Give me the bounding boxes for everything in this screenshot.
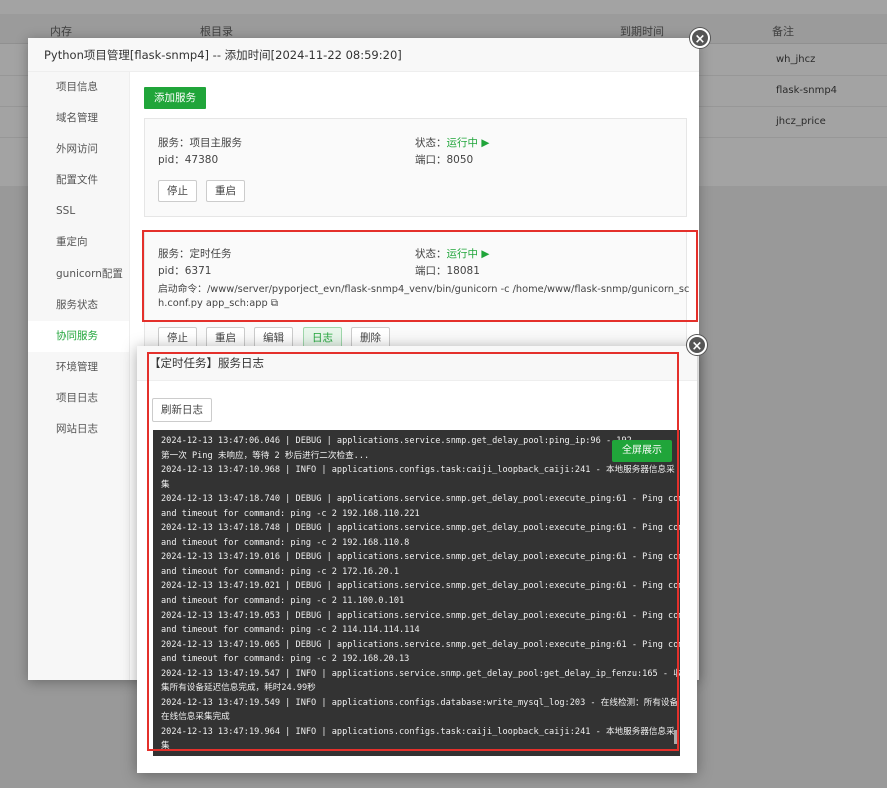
sidebar-item-gunicorn[interactable]: gunicorn配置	[28, 259, 129, 290]
play-icon: ▶	[478, 137, 490, 149]
sidebar-item-env[interactable]: 环境管理	[28, 352, 129, 383]
sidebar-item-domain[interactable]: 域名管理	[28, 103, 129, 134]
add-service-button[interactable]: 添加服务	[144, 87, 206, 109]
highlight-box-log	[147, 352, 679, 751]
sidebar-item-project-info[interactable]: 项目信息	[28, 72, 129, 103]
highlight-box-cron-service	[142, 230, 698, 322]
sidebar-item-external-access[interactable]: 外网访问	[28, 134, 129, 165]
service-port: 端口：8050	[415, 154, 474, 166]
status-running: 运行中	[446, 137, 479, 149]
project-sidebar: 项目信息 域名管理 外网访问 配置文件 SSL 重定向 gunicorn配置 服…	[28, 72, 130, 680]
main-service-card: 服务：项目主服务 pid：47380 状态：运行中 ▶ 端口：8050 停止 重…	[144, 118, 687, 217]
sidebar-item-config-file[interactable]: 配置文件	[28, 165, 129, 196]
close-icon[interactable]: ×	[690, 28, 710, 48]
sidebar-item-collab-service[interactable]: 协同服务	[28, 320, 129, 352]
sidebar-item-service-status[interactable]: 服务状态	[28, 290, 129, 321]
stop-button[interactable]: 停止	[158, 180, 197, 202]
sidebar-item-project-log[interactable]: 项目日志	[28, 383, 129, 414]
restart-button[interactable]: 重启	[206, 180, 245, 202]
sidebar-item-redirect[interactable]: 重定向	[28, 227, 129, 258]
sidebar-item-ssl[interactable]: SSL	[28, 196, 129, 227]
service-pid: pid：47380	[158, 154, 219, 166]
dialog-title: Python项目管理[flask-snmp4] -- 添加时间[2024-11-…	[28, 38, 699, 72]
sidebar-item-site-log[interactable]: 网站日志	[28, 414, 129, 445]
service-status: 状态：运行中 ▶	[415, 137, 490, 149]
service-name: 服务：项目主服务	[158, 137, 242, 149]
close-icon[interactable]: ×	[687, 335, 707, 355]
